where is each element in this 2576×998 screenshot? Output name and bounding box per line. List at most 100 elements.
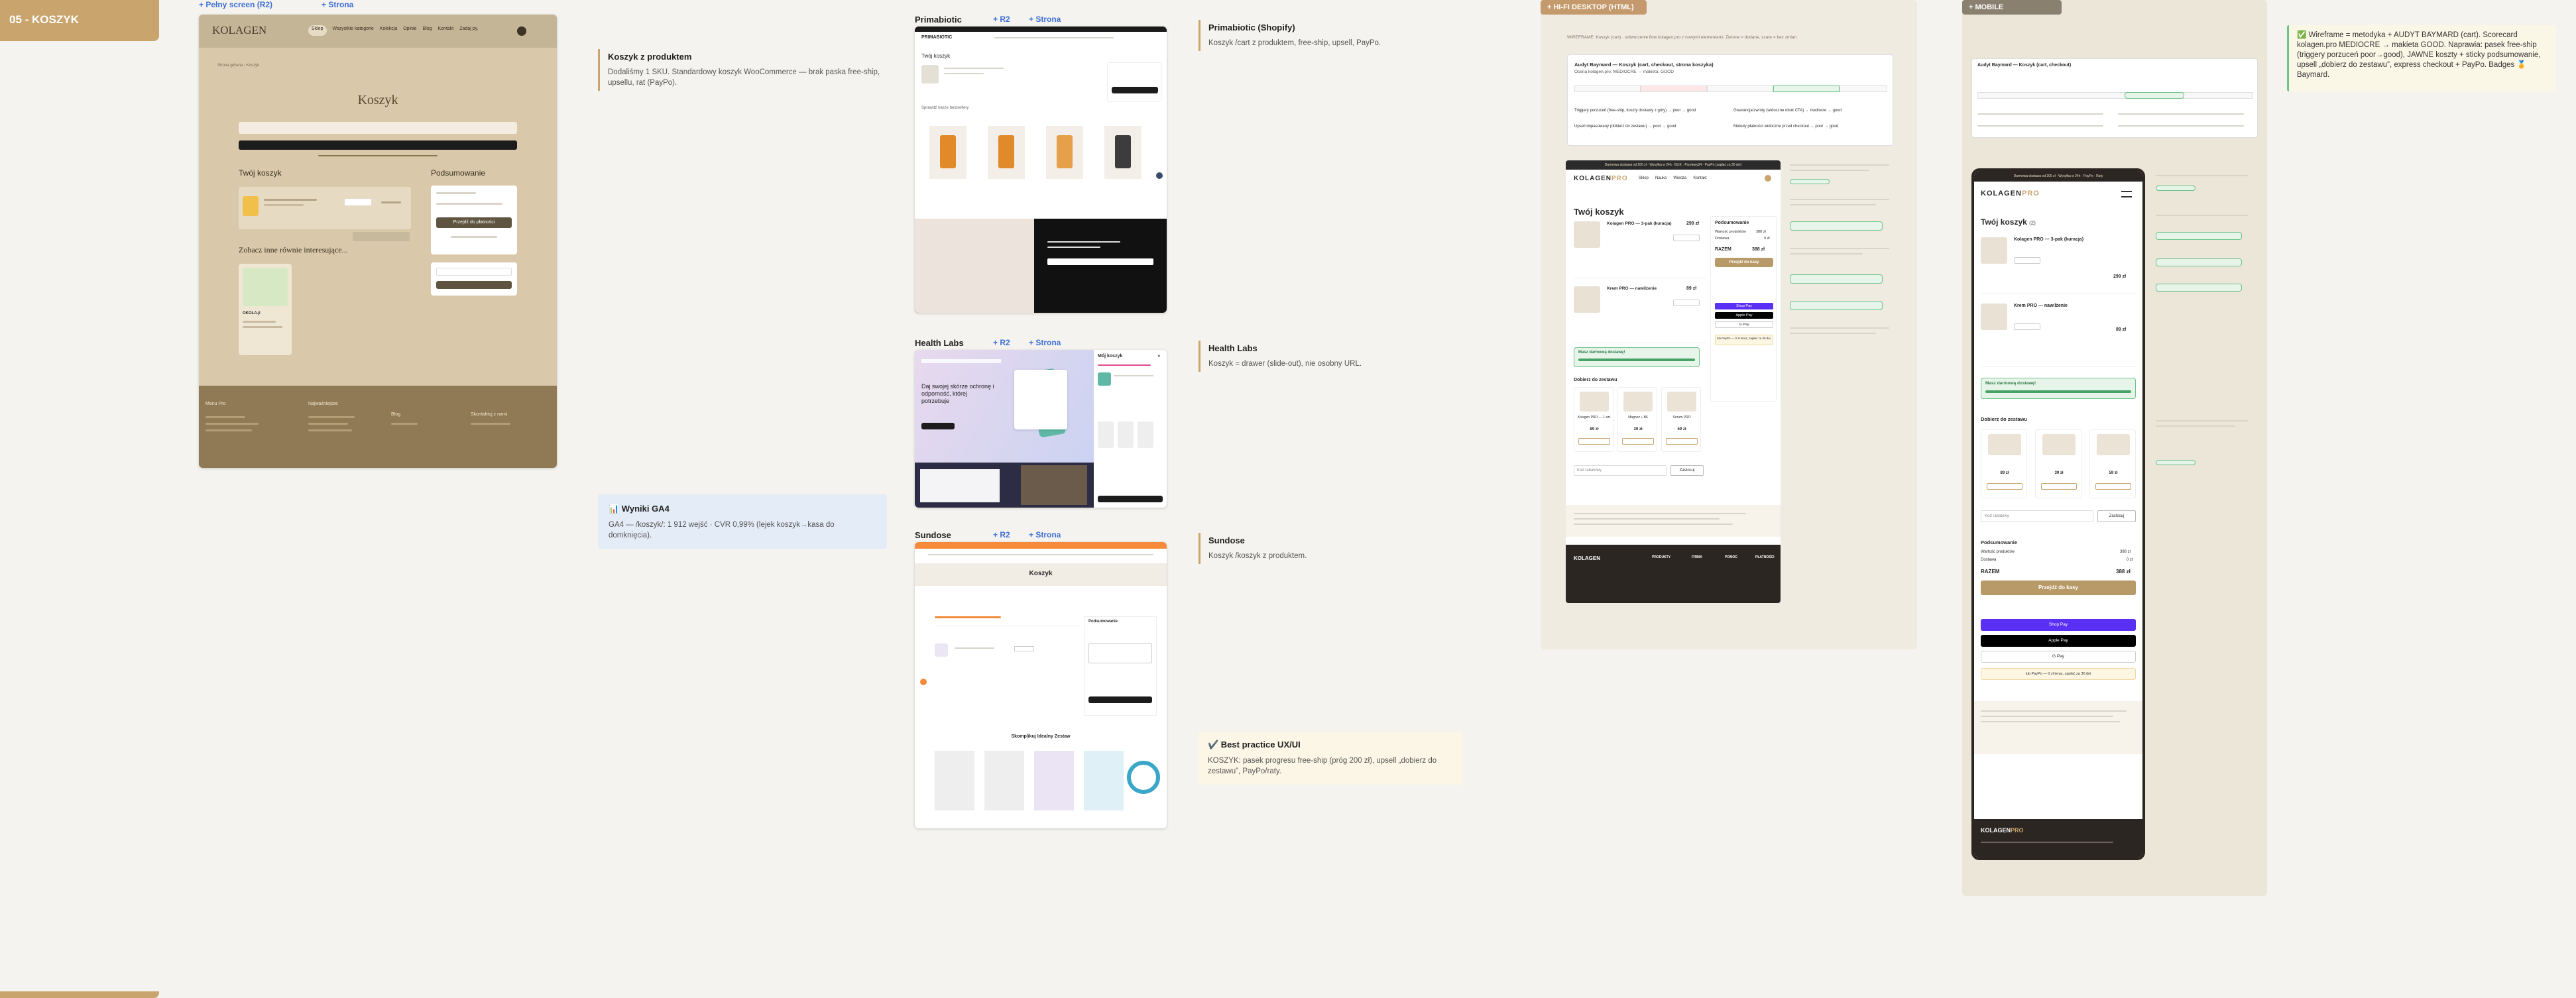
chat-icon[interactable] xyxy=(920,679,927,685)
upsell-price: 59 zł xyxy=(2109,471,2118,475)
qty-stepper[interactable] xyxy=(1673,300,1700,306)
coupon-input[interactable]: Kod rabatowy xyxy=(1981,510,2093,522)
text-line xyxy=(243,326,282,328)
text-line xyxy=(205,423,259,425)
qty-stepper[interactable] xyxy=(1673,235,1700,241)
nav-item[interactable]: Nauka xyxy=(1655,176,1667,180)
gpay-button[interactable]: G Pay xyxy=(1981,651,2136,663)
product-image xyxy=(243,268,288,306)
product-name: OKOLA.jl xyxy=(243,311,261,315)
sundose-note: Sundose Koszyk /koszyk z produktem. xyxy=(1199,533,1464,564)
nav-item[interactable]: Wiedza xyxy=(1673,176,1686,180)
upsell-product[interactable] xyxy=(1046,126,1083,179)
related-product-card[interactable]: OKOLA.jl xyxy=(239,264,292,355)
upsell-product[interactable] xyxy=(988,126,1025,179)
checkout-button[interactable]: Przejdź do kasy xyxy=(1981,581,2136,595)
product-thumb xyxy=(1574,221,1600,248)
chat-icon[interactable] xyxy=(1156,172,1163,179)
checkout-button[interactable]: Przejdź do kasy xyxy=(1715,258,1773,267)
nav-item[interactable]: Wszystkie kategorie xyxy=(333,25,374,36)
menu-icon[interactable] xyxy=(2121,191,2132,197)
r2-link[interactable]: + R2 xyxy=(993,530,1010,539)
product-card[interactable] xyxy=(1034,751,1074,810)
shop-pay-button[interactable]: Shop Pay xyxy=(1715,303,1773,309)
nav-item[interactable]: Sklep xyxy=(1639,176,1649,180)
upsell-product[interactable] xyxy=(929,126,966,179)
nav-item[interactable]: Kolekcja xyxy=(380,25,397,36)
upsell-card[interactable]: Serum PRO 59 zł xyxy=(1661,387,1701,452)
cart-icon[interactable] xyxy=(1765,175,1771,182)
coupon-button[interactable]: Zastosuj xyxy=(2097,510,2136,522)
close-icon[interactable]: × xyxy=(1157,353,1161,359)
r2-link[interactable]: + R2 xyxy=(993,15,1010,24)
subscribe-button[interactable] xyxy=(436,281,512,289)
text-line xyxy=(2118,113,2244,115)
upsell-card[interactable]: 59 zł xyxy=(2089,429,2136,498)
qty-stepper[interactable] xyxy=(2014,323,2040,330)
add-button[interactable] xyxy=(1987,483,2022,490)
product-card[interactable] xyxy=(1084,751,1124,810)
item-name: Kolagen PRO — 3-pak (kuracja) xyxy=(1607,221,1672,226)
gpay-button[interactable]: G Pay xyxy=(1715,321,1773,328)
text-line xyxy=(1981,842,2113,843)
update-cart-button[interactable] xyxy=(353,232,410,241)
upsell-card[interactable]: Magnez + B6 39 zł xyxy=(1617,387,1657,452)
email-field[interactable] xyxy=(436,268,512,276)
shipping-options[interactable] xyxy=(1088,643,1152,663)
hero-cta[interactable] xyxy=(921,423,955,429)
text-line xyxy=(391,423,418,425)
add-button[interactable] xyxy=(1666,438,1698,445)
bottom-banner xyxy=(915,463,1094,508)
qty-stepper[interactable] xyxy=(1014,646,1034,651)
upsell-card[interactable]: 89 zł xyxy=(1981,429,2027,498)
top-bar xyxy=(915,27,1167,32)
checkout-button[interactable]: Przejdź do płatności xyxy=(436,217,512,228)
badge xyxy=(1790,179,1830,184)
upsell-card[interactable]: 39 zł xyxy=(2035,429,2081,498)
nav-item[interactable]: Blog xyxy=(422,25,432,36)
page-link[interactable]: + Strona xyxy=(1029,15,1061,24)
checkout-button[interactable] xyxy=(1088,696,1152,703)
nav-item[interactable]: Kontakt xyxy=(438,25,453,36)
cart-icon[interactable] xyxy=(517,27,526,36)
product-card[interactable] xyxy=(935,751,974,810)
product-card[interactable] xyxy=(984,751,1024,810)
add-button[interactable] xyxy=(2095,483,2131,490)
r2-link[interactable]: + R2 xyxy=(993,338,1010,347)
text-line xyxy=(2156,425,2235,427)
page-link[interactable]: + Strona xyxy=(1029,530,1061,539)
nav-item[interactable]: Kontakt xyxy=(1693,176,1706,180)
nav-item[interactable]: Opinie xyxy=(403,25,416,36)
nav-item[interactable]: Zadaj py. xyxy=(459,25,478,36)
summary-title: Podsumowanie xyxy=(1981,539,2018,545)
related-heading: Zobacz inne równie interesujące... xyxy=(239,245,348,254)
apple-pay-button[interactable]: Apple Pay xyxy=(1981,635,2136,647)
apple-pay-button[interactable]: Apple Pay xyxy=(1715,312,1773,319)
text-line xyxy=(1977,125,2103,127)
nav-item[interactable]: Sklep xyxy=(308,25,327,36)
add-button[interactable] xyxy=(1622,438,1654,445)
page-link[interactable]: + Strona xyxy=(1029,338,1061,347)
qty-stepper[interactable] xyxy=(2014,257,2040,264)
badge xyxy=(2156,284,2242,292)
text-line xyxy=(955,647,994,649)
subtotal-value: 388 zł xyxy=(1756,230,1766,234)
site-footer: Menu Pro Najważniejsze Blog Skontaktuj z… xyxy=(199,386,557,468)
page-link[interactable]: + Strona xyxy=(322,0,353,9)
upsell-card[interactable]: Kolagen PRO — 1 szt. 89 zł xyxy=(1574,387,1613,452)
email-field[interactable] xyxy=(1047,258,1153,265)
coupon-input[interactable]: Kod rabatowy xyxy=(1574,465,1667,476)
full-screen-link[interactable]: + Pełny screen (R2) xyxy=(199,0,272,9)
add-button[interactable] xyxy=(1578,438,1610,445)
text-line xyxy=(944,73,984,74)
footer-col: Blog xyxy=(391,412,401,417)
checkout-button[interactable] xyxy=(1098,496,1163,502)
qty-stepper[interactable] xyxy=(345,199,371,205)
continue-bar[interactable] xyxy=(239,140,517,150)
coupon-button[interactable]: Zastosuj xyxy=(1670,465,1704,476)
upsell-product[interactable] xyxy=(1104,126,1142,179)
checkout-button[interactable] xyxy=(1112,87,1158,93)
shop-pay-button[interactable]: Shop Pay xyxy=(1981,619,2136,631)
progress-bar xyxy=(935,616,1001,618)
add-button[interactable] xyxy=(2041,483,2077,490)
